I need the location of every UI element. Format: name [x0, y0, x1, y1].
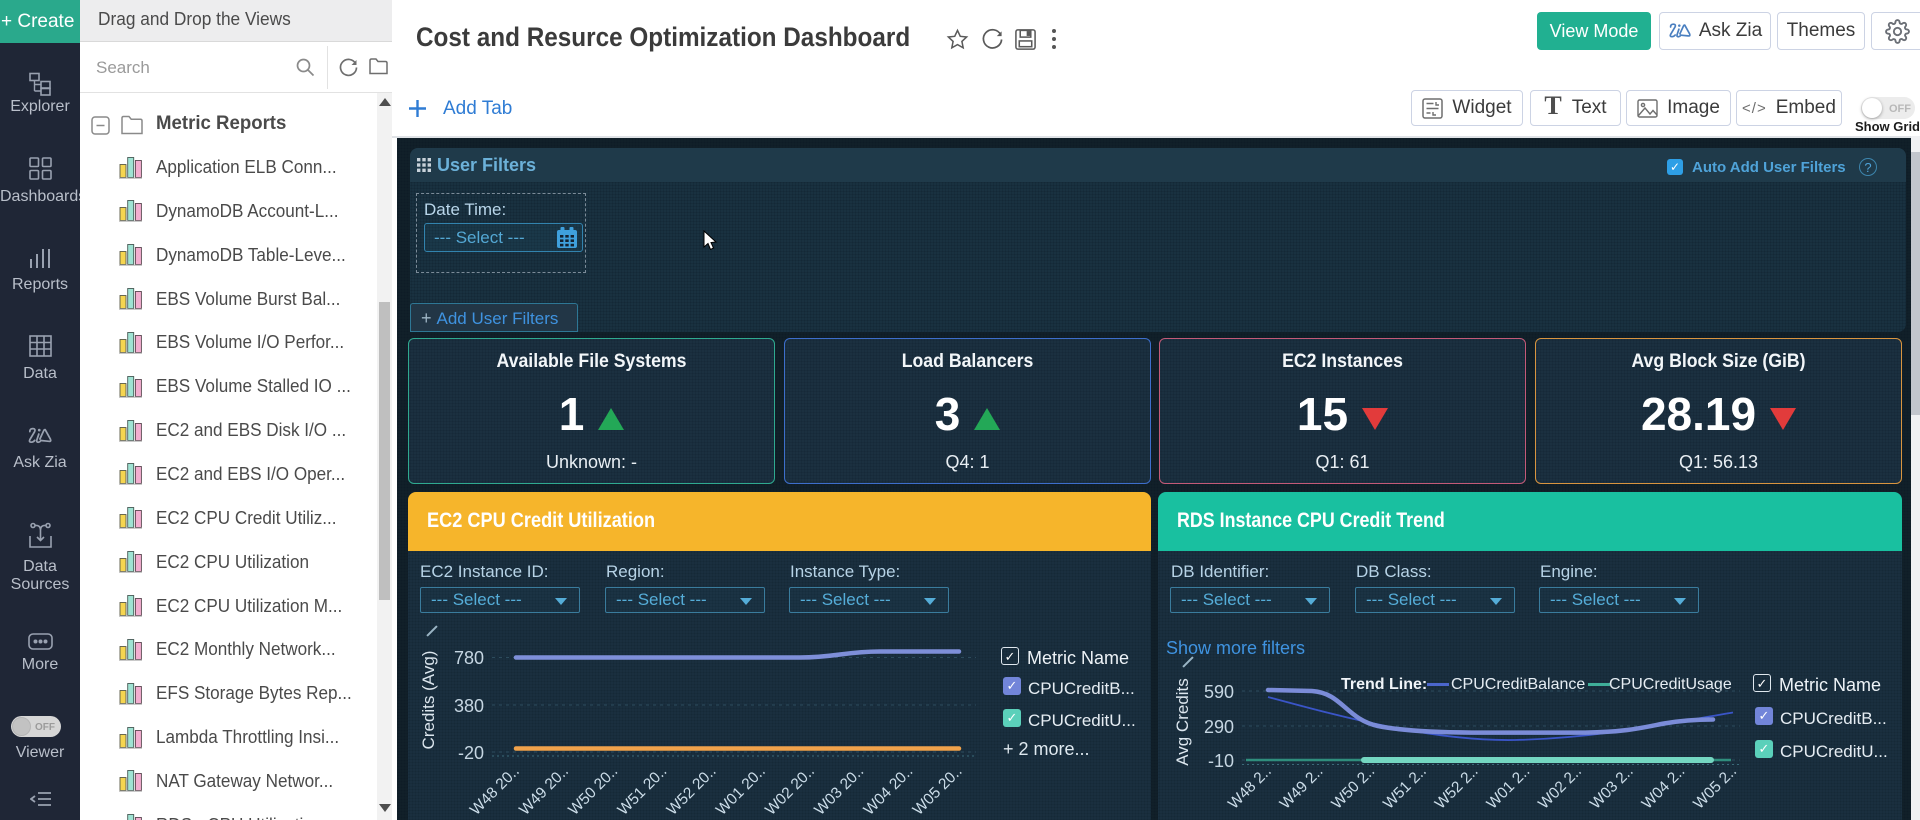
svg-text:W52 20..: W52 20..: [664, 763, 720, 819]
svg-text:W49 2..: W49 2..: [1277, 763, 1327, 813]
svg-text:W04 20..: W04 20..: [861, 763, 917, 819]
svg-text:W51 20..: W51 20..: [615, 763, 671, 819]
svg-text:W50 2..: W50 2..: [1328, 763, 1378, 813]
svg-text:W01 20..: W01 20..: [713, 763, 769, 819]
svg-text:W05 2..: W05 2..: [1690, 763, 1740, 813]
svg-text:W04 2..: W04 2..: [1639, 763, 1689, 813]
svg-text:W48 20..: W48 20..: [467, 763, 523, 819]
svg-text:W03 2..: W03 2..: [1587, 763, 1637, 813]
svg-text:W51 2..: W51 2..: [1380, 763, 1430, 813]
svg-text:W52 2..: W52 2..: [1432, 763, 1482, 813]
svg-text:W50 20..: W50 20..: [565, 763, 621, 819]
svg-text:W01 2..: W01 2..: [1484, 763, 1534, 813]
svg-text:W05 20..: W05 20..: [910, 763, 966, 819]
svg-text:W02 2..: W02 2..: [1535, 763, 1585, 813]
svg-text:W02 20..: W02 20..: [762, 763, 818, 819]
svg-text:W49 20..: W49 20..: [516, 763, 572, 819]
svg-text:W03 20..: W03 20..: [811, 763, 867, 819]
svg-text:W48 2..: W48 2..: [1225, 763, 1275, 813]
